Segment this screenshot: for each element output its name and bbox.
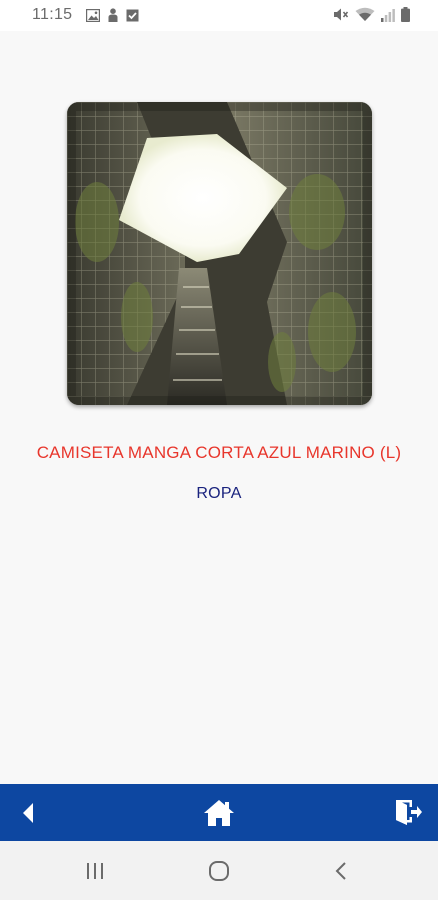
recents-icon bbox=[87, 862, 103, 879]
status-time: 11:15 bbox=[32, 6, 73, 23]
person-icon bbox=[108, 8, 118, 22]
exit-button[interactable] bbox=[380, 784, 436, 841]
battery-icon bbox=[401, 7, 410, 22]
status-right-icons bbox=[333, 7, 410, 22]
product-name: CAMISETA MANGA CORTA AZUL MARINO (L) bbox=[36, 443, 402, 462]
signal-icon bbox=[381, 8, 395, 22]
image-icon bbox=[86, 8, 100, 22]
action-bar bbox=[0, 784, 438, 841]
back-chevron-icon bbox=[335, 861, 346, 880]
system-back-button[interactable] bbox=[311, 841, 371, 900]
back-button[interactable] bbox=[0, 784, 56, 841]
system-nav-bar bbox=[0, 841, 438, 900]
checkbox-icon bbox=[126, 9, 139, 21]
recents-button[interactable] bbox=[65, 841, 125, 900]
home-button[interactable] bbox=[191, 784, 247, 841]
product-detail: CAMISETA MANGA CORTA AZUL MARINO (L) ROP… bbox=[0, 31, 438, 784]
status-bar: 11:15 bbox=[0, 0, 438, 31]
system-home-button[interactable] bbox=[189, 841, 249, 900]
back-arrow-icon bbox=[23, 802, 33, 823]
status-left-icons bbox=[86, 8, 139, 22]
exit-icon bbox=[396, 799, 422, 825]
mute-icon bbox=[334, 8, 349, 21]
home-icon bbox=[204, 799, 234, 826]
home-circle-icon bbox=[209, 860, 229, 881]
wifi-icon bbox=[355, 7, 375, 21]
product-category: ROPA bbox=[196, 485, 242, 502]
product-image bbox=[67, 102, 372, 405]
